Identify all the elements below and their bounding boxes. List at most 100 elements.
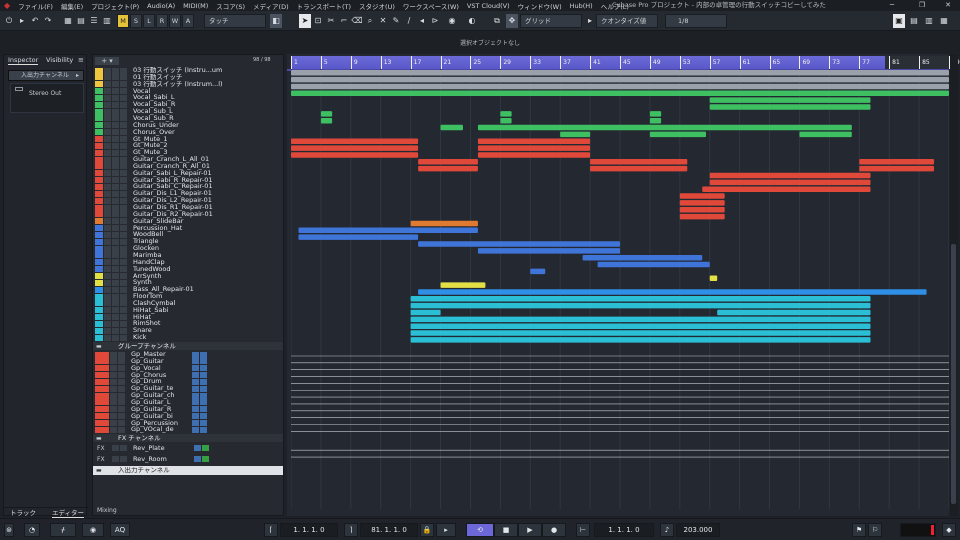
- mute-icon[interactable]: [104, 108, 111, 115]
- solo-icon[interactable]: [112, 320, 119, 327]
- solo-icon[interactable]: [112, 156, 119, 163]
- event-part[interactable]: [582, 254, 703, 261]
- record-enable-icon[interactable]: [120, 320, 127, 327]
- object-select-tool-icon[interactable]: ➤: [299, 14, 311, 28]
- record-enable-icon[interactable]: [120, 170, 127, 177]
- play-button[interactable]: ▶: [518, 523, 542, 537]
- position-icon[interactable]: ⊢: [576, 523, 590, 537]
- record-enable-icon[interactable]: [120, 225, 127, 232]
- event-part[interactable]: [418, 165, 478, 172]
- solo-icon[interactable]: [112, 101, 119, 108]
- mute-icon[interactable]: [104, 67, 111, 74]
- record-enable-icon[interactable]: [120, 211, 127, 218]
- event-part[interactable]: [590, 165, 688, 172]
- solo-icon[interactable]: [118, 392, 125, 399]
- solo-icon[interactable]: [112, 67, 119, 74]
- event-part[interactable]: [530, 268, 546, 275]
- event-part[interactable]: [410, 337, 871, 343]
- group-track[interactable]: Gp_VOcal_de: [93, 426, 283, 433]
- activity-icon[interactable]: ◔: [24, 523, 40, 537]
- mute-icon[interactable]: [104, 231, 111, 238]
- maximize-icon[interactable]: ❐: [910, 0, 934, 11]
- mute-tool-icon[interactable]: ✕: [377, 14, 389, 28]
- quantize-value-select[interactable]: 1/8: [665, 14, 727, 28]
- mixer-icon[interactable]: ☰: [88, 14, 100, 28]
- event-part[interactable]: [298, 227, 478, 234]
- menu-item[interactable]: スタジオ(U): [355, 1, 399, 11]
- tab-inspector[interactable]: Inspector: [8, 56, 39, 65]
- mute-icon[interactable]: [104, 279, 111, 286]
- mute-icon[interactable]: [110, 372, 117, 379]
- event-part[interactable]: [500, 111, 512, 117]
- event-part[interactable]: [649, 117, 662, 124]
- record-enable-icon[interactable]: [120, 149, 127, 156]
- solo-icon[interactable]: [112, 170, 119, 177]
- event-part[interactable]: [709, 172, 871, 179]
- solo-icon[interactable]: [118, 358, 125, 365]
- solo-icon[interactable]: [112, 163, 119, 170]
- mute-icon[interactable]: [104, 94, 111, 101]
- solo-icon[interactable]: [112, 211, 119, 218]
- solo-icon[interactable]: [120, 445, 127, 452]
- record-enable-icon[interactable]: [120, 108, 127, 115]
- left-locator-display[interactable]: 1. 1. 1. 0: [280, 523, 338, 537]
- zone-icon[interactable]: ▥: [101, 14, 113, 28]
- solo-icon[interactable]: [118, 385, 125, 392]
- position-display[interactable]: 1. 1. 1. 0: [594, 523, 654, 537]
- split-tool-icon[interactable]: ✂: [325, 14, 337, 28]
- solo-icon[interactable]: [112, 122, 119, 129]
- read-automation-icon[interactable]: [192, 365, 199, 372]
- read-automation-icon[interactable]: [192, 351, 199, 358]
- write-automation-icon[interactable]: [200, 426, 207, 433]
- write-automation-icon[interactable]: [200, 406, 207, 413]
- mute-icon[interactable]: [104, 245, 111, 252]
- solo-icon[interactable]: [120, 456, 127, 463]
- mode-button-m[interactable]: M: [117, 14, 129, 28]
- mute-icon[interactable]: [112, 456, 119, 463]
- mute-icon[interactable]: [104, 81, 111, 88]
- read-automation-icon[interactable]: [192, 385, 199, 392]
- record-enable-icon[interactable]: [120, 204, 127, 211]
- mute-icon[interactable]: [104, 156, 111, 163]
- solo-icon[interactable]: [112, 266, 119, 273]
- event-part[interactable]: [410, 220, 478, 227]
- solo-icon[interactable]: [112, 149, 119, 156]
- event-part[interactable]: [709, 97, 871, 103]
- solo-icon[interactable]: [118, 426, 125, 433]
- record-enable-icon[interactable]: [120, 266, 127, 273]
- record-enable-icon[interactable]: [120, 190, 127, 197]
- mute-icon[interactable]: [104, 266, 111, 273]
- solo-icon[interactable]: [112, 108, 119, 115]
- record-enable-icon[interactable]: [120, 101, 127, 108]
- event-part[interactable]: [799, 131, 852, 138]
- write-automation-icon[interactable]: [200, 365, 207, 372]
- solo-icon[interactable]: [112, 74, 119, 81]
- tempo-display[interactable]: 203.000: [676, 523, 720, 537]
- zoom-tool-icon[interactable]: ⌕: [364, 14, 376, 28]
- mute-icon[interactable]: [104, 225, 111, 232]
- left-locator-icon[interactable]: ⌈: [264, 523, 278, 537]
- mute-icon[interactable]: [104, 327, 111, 334]
- aq-button[interactable]: AQ: [110, 523, 130, 537]
- record-enable-icon[interactable]: [120, 307, 127, 314]
- menu-item[interactable]: トランスポート(T): [293, 1, 355, 11]
- read-automation-icon[interactable]: [192, 413, 199, 420]
- track-row[interactable]: Kick: [93, 334, 283, 341]
- record-enable-icon[interactable]: [120, 293, 127, 300]
- read-automation-icon[interactable]: [192, 372, 199, 379]
- record-enable-icon[interactable]: [120, 88, 127, 95]
- solo-icon[interactable]: [118, 372, 125, 379]
- tab-visibility[interactable]: Visibility: [46, 56, 73, 65]
- mute-icon[interactable]: [104, 307, 111, 314]
- event-part[interactable]: [477, 145, 591, 151]
- event-part[interactable]: [440, 282, 486, 288]
- event-part[interactable]: [597, 261, 710, 268]
- menu-item[interactable]: VST Cloud(V): [463, 2, 514, 10]
- record-enable-icon[interactable]: [120, 142, 127, 149]
- mode-button-r[interactable]: R: [156, 14, 168, 28]
- stereo-out-item[interactable]: Stereo Out: [29, 90, 61, 97]
- mute-icon[interactable]: [104, 183, 111, 190]
- mute-icon[interactable]: [110, 358, 117, 365]
- record-enable-icon[interactable]: [120, 300, 127, 307]
- mute-icon[interactable]: [104, 334, 111, 341]
